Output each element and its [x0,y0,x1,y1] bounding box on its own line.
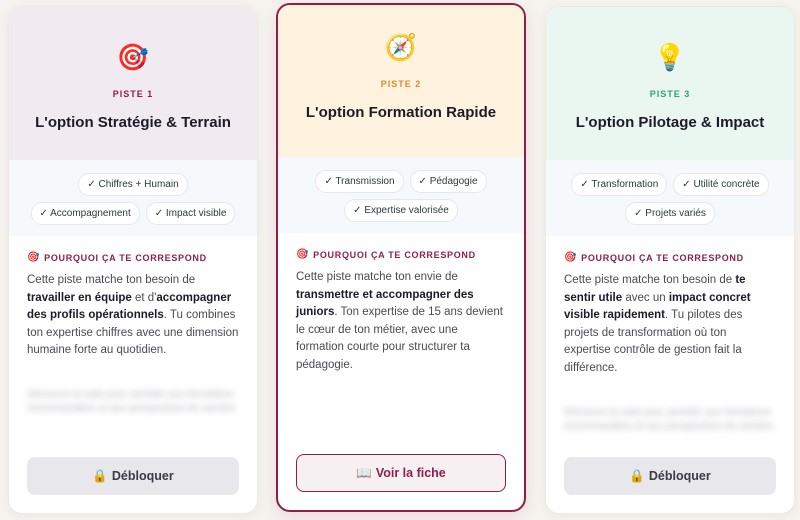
unlock-button-label: Débloquer [111,469,174,483]
locked-content: Découvre la suite pour accéder aux forma… [564,406,776,432]
description: Cette piste matche ton envie de transmet… [296,269,506,375]
track-label: PISTE 3 [649,89,691,99]
tag-list: ✓ Transmission ✓ Pédagogie ✓ Expertise v… [278,157,524,233]
desc-text: Cette piste matche ton envie de [296,271,458,283]
card-header: 🎯 PISTE 1 L'option Stratégie & Terrain [9,7,257,160]
why-section: 🎯 POURQUOI ÇA TE CORRESPOND Cette piste … [278,233,524,375]
lock-icon: 🔒 [92,468,108,483]
track-title: L'option Formation Rapide [305,104,497,121]
tag: ✓ Projets variés [625,202,715,225]
track-label: PISTE 1 [112,89,154,99]
tag: ✓ Transmission [315,170,404,193]
why-heading-text: POURQUOI ÇA TE CORRESPOND [44,252,207,263]
target-icon: 🎯 [564,252,578,263]
why-heading: 🎯 POURQUOI ÇA TE CORRESPOND [296,249,506,260]
tag: ✓ Pédagogie [409,170,487,193]
tag-list: ✓ Transformation ✓ Utilité concrète ✓ Pr… [546,160,794,236]
target-icon: 🎯 [296,249,310,260]
tag-list: ✓ Chiffres + Humain ✓ Accompagnement ✓ I… [9,160,257,236]
unlock-button[interactable]: 🔒 Débloquer [27,457,239,495]
lock-icon: 🔒 [629,468,645,483]
track-card-1: 🎯 PISTE 1 L'option Stratégie & Terrain ✓… [8,6,258,514]
desc-text: Cette piste matche ton besoin de [564,274,736,286]
tag: ✓ Chiffres + Humain [78,173,188,196]
track-label: PISTE 2 [380,79,422,89]
description: Cette piste matche ton besoin de te sent… [564,272,776,378]
tag: ✓ Impact visible [145,202,236,225]
track-card-2: 🧭 PISTE 2 L'option Formation Rapide ✓ Tr… [276,3,526,512]
why-heading-text: POURQUOI ÇA TE CORRESPOND [581,252,744,263]
lightbulb-icon: 💡 [653,42,687,72]
book-icon: 📖 [356,465,372,480]
tag: ✓ Accompagnement [30,202,140,225]
desc-text: Cette piste matche ton besoin de [27,274,196,286]
desc-text: et d' [131,291,157,304]
track-title: L'option Stratégie & Terrain [35,114,231,131]
unlock-button-label: Débloquer [648,469,711,483]
tag: ✓ Expertise valorisée [344,199,458,222]
why-heading: 🎯 POURQUOI ÇA TE CORRESPOND [27,252,239,263]
compass-icon: 🧭 [384,32,418,62]
why-section: 🎯 POURQUOI ÇA TE CORRESPOND Cette piste … [546,236,794,378]
desc-text: avec un [622,291,669,304]
target-icon: 🎯 [116,42,150,72]
tag: ✓ Utilité concrète [673,173,769,196]
card-header: 💡 PISTE 3 L'option Pilotage & Impact [546,7,794,160]
why-heading: 🎯 POURQUOI ÇA TE CORRESPOND [564,252,776,263]
locked-content: Découvre la suite pour accéder aux forma… [27,388,239,414]
track-card-3: 💡 PISTE 3 L'option Pilotage & Impact ✓ T… [545,6,795,514]
tag: ✓ Transformation [571,173,668,196]
track-title: L'option Pilotage & Impact [575,114,765,131]
view-sheet-button-label: Voir la fiche [375,466,446,480]
desc-bold: travailler en équipe [27,291,132,304]
unlock-button[interactable]: 🔒 Débloquer [564,457,776,495]
description: Cette piste matche ton besoin de travail… [27,272,239,360]
view-sheet-button[interactable]: 📖 Voir la fiche [296,454,506,492]
why-section: 🎯 POURQUOI ÇA TE CORRESPOND Cette piste … [9,236,257,360]
why-heading-text: POURQUOI ÇA TE CORRESPOND [313,249,476,260]
target-icon: 🎯 [27,252,41,263]
card-header: 🧭 PISTE 2 L'option Formation Rapide [278,5,524,157]
